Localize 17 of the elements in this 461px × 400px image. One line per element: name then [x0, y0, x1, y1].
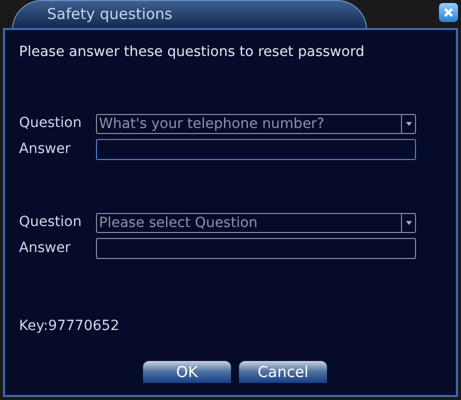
answer-field[interactable]	[96, 139, 416, 160]
question-dropdown[interactable]: What's your telephone number?	[96, 114, 416, 134]
question-label: Question	[19, 213, 83, 232]
question-dropdown[interactable]: Please select Question	[96, 212, 416, 232]
ok-button[interactable]: OK	[143, 361, 231, 383]
window-title: Safety questions	[47, 4, 172, 25]
answer-label: Answer	[19, 140, 72, 159]
key-text: Key:97770652	[19, 317, 120, 336]
answer-label: Answer	[19, 239, 72, 258]
instruction-text: Please answer these questions to reset password	[19, 43, 364, 62]
dropdown-arrow-icon	[406, 122, 412, 126]
cancel-button[interactable]: Cancel	[239, 361, 327, 383]
close-icon	[443, 7, 454, 18]
close-button[interactable]	[439, 3, 458, 22]
dropdown-arrow-icon	[406, 220, 412, 224]
answer-field[interactable]	[96, 238, 416, 259]
question-label: Question	[19, 114, 83, 133]
